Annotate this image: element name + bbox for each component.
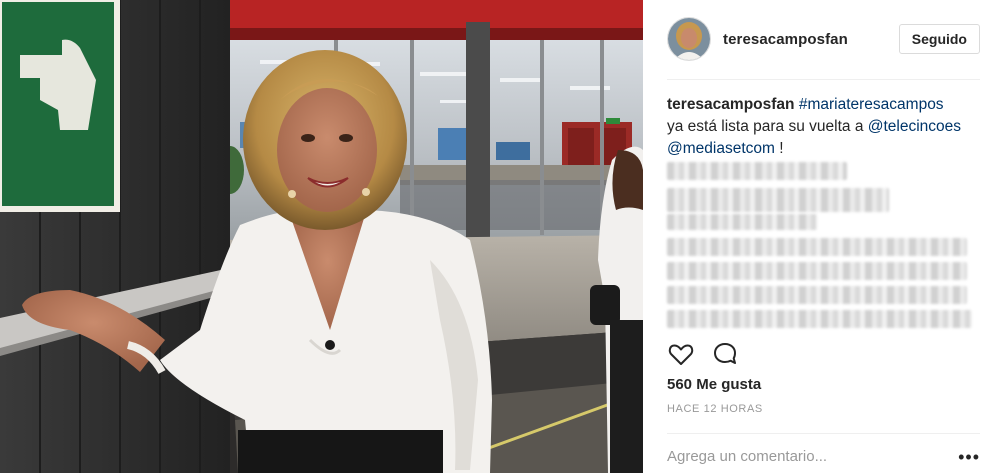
comment-input[interactable]	[667, 448, 917, 465]
caption-mention-telecinco[interactable]: @telecincoes	[868, 118, 961, 135]
comment-row: •••	[667, 440, 980, 473]
caption-hashtag[interactable]: #mariateresacampos	[799, 96, 944, 113]
likes-count[interactable]: 560 Me gusta	[667, 376, 761, 393]
heart-icon[interactable]	[667, 340, 695, 368]
post-timestamp[interactable]: HACE 12 HORAS	[667, 403, 763, 415]
post-actions	[667, 340, 739, 368]
caption-text: ya está lista para su vuelta a	[667, 118, 868, 135]
post-image	[0, 0, 643, 473]
comment-bubble-icon[interactable]	[711, 340, 739, 368]
post-username[interactable]: teresacamposfan	[723, 31, 899, 48]
comment-divider	[667, 433, 980, 434]
header-divider	[667, 79, 980, 80]
post-caption: teresacamposfan #mariateresacampos ya es…	[667, 94, 980, 160]
following-button[interactable]: Seguido	[898, 24, 980, 54]
post-photo[interactable]	[0, 0, 643, 473]
avatar[interactable]	[667, 17, 711, 61]
more-options-icon[interactable]: •••	[958, 448, 980, 466]
caption-mention-mediaset[interactable]: @mediasetcom	[667, 140, 775, 157]
caption-username[interactable]: teresacamposfan	[667, 96, 795, 113]
caption-suffix: !	[774, 140, 784, 157]
post-header: teresacamposfan Seguido	[667, 15, 980, 63]
post-side-panel: teresacamposfan Seguido teresacamposfan …	[643, 0, 1000, 473]
exit-sign-icon	[0, 0, 120, 212]
